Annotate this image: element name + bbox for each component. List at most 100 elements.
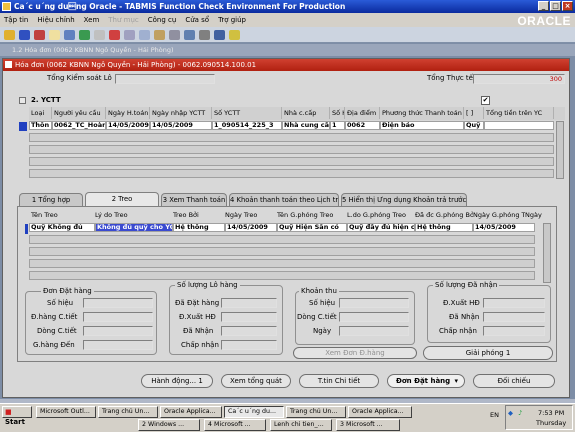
open-icon[interactable] bbox=[4, 29, 15, 40]
treo-scrollbar[interactable] bbox=[543, 223, 551, 283]
qty-accepted-field[interactable] bbox=[221, 340, 277, 350]
language-indicator[interactable]: EN bbox=[490, 411, 499, 419]
tab-treo[interactable]: 2 Treo bbox=[85, 192, 159, 206]
po-number-field[interactable] bbox=[83, 298, 153, 308]
actions-button[interactable]: Hành động... 1 bbox=[141, 374, 213, 388]
receipt-number-field[interactable] bbox=[339, 298, 409, 308]
grid-cell[interactable] bbox=[484, 121, 554, 130]
grid-cell[interactable]: Điện báo bbox=[380, 121, 464, 130]
treo-current-record-indicator[interactable] bbox=[25, 224, 28, 234]
copy-icon[interactable] bbox=[139, 29, 150, 40]
close-form-icon[interactable] bbox=[79, 29, 90, 40]
paste-icon[interactable] bbox=[154, 29, 165, 40]
actual-total-field[interactable]: 300 bbox=[473, 74, 565, 84]
grid-row-empty[interactable] bbox=[29, 169, 554, 178]
po-line-field[interactable] bbox=[83, 312, 153, 322]
background-window-title[interactable]: 1.2 Hóa đơn (0062 KBNN Ngô Quyền - Hải P… bbox=[0, 44, 575, 56]
treo-row-empty[interactable] bbox=[29, 235, 535, 244]
grid-cell[interactable]: Nhà cung cấ bbox=[282, 121, 330, 130]
match-button[interactable]: Đối chiếu bbox=[473, 374, 555, 388]
taskbar-item[interactable]: Trang chủ Un... bbox=[286, 406, 346, 418]
line-details-button[interactable]: T.tin Chi tiết bbox=[299, 374, 379, 388]
tab-hien-thi-ung-dung[interactable]: 5 Hiển thị Ưng dụng Khoản trả trước bbox=[341, 193, 467, 206]
start-button[interactable]: ■ Start bbox=[2, 406, 32, 426]
menu-folder[interactable]: Thư mục bbox=[108, 16, 138, 24]
treo-cell[interactable]: Quỹ Hiện Sẵn có bbox=[277, 223, 347, 232]
treo-cell[interactable]: 14/05/2009 bbox=[473, 223, 535, 232]
grid-cell[interactable]: Thôn bbox=[29, 121, 52, 130]
attachments-icon[interactable] bbox=[199, 29, 210, 40]
tab-xem-thanh-toan[interactable]: 3 Xem Thanh toán bbox=[161, 193, 227, 206]
qty-ordered-field[interactable] bbox=[221, 298, 277, 308]
received-billed-field[interactable] bbox=[483, 298, 545, 308]
release-button[interactable]: Giải phóng 1 bbox=[423, 346, 553, 360]
grid-cell[interactable]: 1 bbox=[330, 121, 345, 130]
find-icon[interactable] bbox=[184, 29, 195, 40]
taskbar-item[interactable]: Lenh chi tien_... bbox=[270, 419, 332, 431]
match-type-select[interactable]: Đơn Đặt hàng ▾ bbox=[387, 374, 465, 388]
ship-to-field[interactable] bbox=[83, 340, 153, 350]
taskbar-item[interactable]: Microsoft Outl... bbox=[36, 406, 96, 418]
taskbar-item[interactable]: Trang chủ Un... bbox=[98, 406, 158, 418]
network-icon[interactable]: ◆ bbox=[508, 409, 513, 417]
cut-icon[interactable] bbox=[124, 29, 135, 40]
volume-icon[interactable]: ♪ bbox=[518, 409, 522, 417]
treo-cell[interactable]: Quỹ Không đủ bbox=[29, 223, 95, 232]
close-button[interactable]: × bbox=[562, 1, 573, 11]
treo-row-empty[interactable] bbox=[29, 259, 535, 268]
delete-record-icon[interactable] bbox=[109, 29, 120, 40]
zoom-icon[interactable] bbox=[49, 29, 60, 40]
menu-edit[interactable]: Hiệu chỉnh bbox=[37, 16, 74, 24]
grid-scrollbar[interactable] bbox=[556, 121, 564, 179]
taskbar-item-active[interactable]: Ca´c u´ng du... bbox=[224, 406, 284, 418]
overview-button[interactable]: Xem tổng quát bbox=[221, 374, 291, 388]
print-icon[interactable] bbox=[64, 29, 75, 40]
grid-cell[interactable]: 14/05/2009 bbox=[106, 121, 150, 130]
menu-view[interactable]: Xem bbox=[84, 16, 100, 24]
receipt-date-field[interactable] bbox=[339, 326, 409, 336]
treo-cell[interactable]: Quỹ đầy đủ hiện có bbox=[347, 223, 415, 232]
save-icon[interactable] bbox=[19, 29, 30, 40]
menu-tools[interactable]: Công cụ bbox=[148, 16, 177, 24]
new-record-icon[interactable] bbox=[94, 29, 105, 40]
qty-billed-field[interactable] bbox=[221, 312, 277, 322]
maximize-button[interactable]: □ bbox=[550, 1, 561, 11]
batch-control-total-field[interactable] bbox=[115, 74, 215, 84]
received-qty-field[interactable] bbox=[483, 312, 545, 322]
help-icon[interactable] bbox=[229, 29, 240, 40]
taskbar-item[interactable]: 3 Microsoft ... bbox=[336, 419, 400, 431]
section-collapse-icon[interactable] bbox=[19, 97, 26, 104]
taskbar-item[interactable]: 2 Windows ... bbox=[138, 419, 200, 431]
received-accepted-field[interactable] bbox=[483, 326, 545, 336]
tab-tong-hop[interactable]: 1 Tổng hợp bbox=[19, 193, 83, 206]
clock-time[interactable]: 7:53 PM bbox=[538, 409, 564, 417]
taskbar-item[interactable]: Oracle Applica... bbox=[348, 406, 412, 418]
taskbar-item[interactable]: Oracle Applica... bbox=[160, 406, 222, 418]
qty-received-field[interactable] bbox=[221, 326, 277, 336]
grid-cell[interactable]: 0062 bbox=[345, 121, 380, 130]
treo-cell[interactable]: Hệ thống bbox=[173, 223, 225, 232]
menu-window[interactable]: Cửa sổ bbox=[185, 16, 209, 24]
grid-row-empty[interactable] bbox=[29, 157, 554, 166]
grid-cell[interactable]: 1_090514_225_3 bbox=[212, 121, 282, 130]
treo-row-empty[interactable] bbox=[29, 271, 535, 280]
menu-help[interactable]: Trợ giúp bbox=[218, 16, 246, 24]
receipt-line-field[interactable] bbox=[339, 312, 409, 322]
tab-khoan-thanh-toan[interactable]: 4 Khoản thanh toán theo Lịch trình bbox=[229, 193, 339, 206]
grid-row-empty[interactable] bbox=[29, 133, 554, 142]
menu-file[interactable]: Tập tin bbox=[4, 16, 28, 24]
grid-cell[interactable]: 14/05/2009 bbox=[150, 121, 212, 130]
treo-cell[interactable]: 14/05/2009 bbox=[225, 223, 277, 232]
navigate-icon[interactable] bbox=[34, 29, 45, 40]
section-checkbox[interactable]: ✔ bbox=[481, 96, 490, 105]
grid-cell[interactable]: 0062_TC_Hoàng bbox=[52, 121, 106, 130]
treo-cell[interactable]: Hệ thống bbox=[415, 223, 473, 232]
treo-cell-selected[interactable]: Không đủ quỹ cho YC bbox=[95, 223, 173, 232]
grid-cell[interactable]: Quỹ l bbox=[464, 121, 484, 130]
po-detail-line-field[interactable] bbox=[83, 326, 153, 336]
view-po-button[interactable]: Xem Đơn Đ.hàng bbox=[293, 347, 417, 359]
grid-row-empty[interactable] bbox=[29, 145, 554, 154]
folder-tools-icon[interactable] bbox=[214, 29, 225, 40]
minimize-button[interactable]: _ bbox=[538, 1, 549, 11]
taskbar-item[interactable]: 4 Microsoft ... bbox=[204, 419, 266, 431]
